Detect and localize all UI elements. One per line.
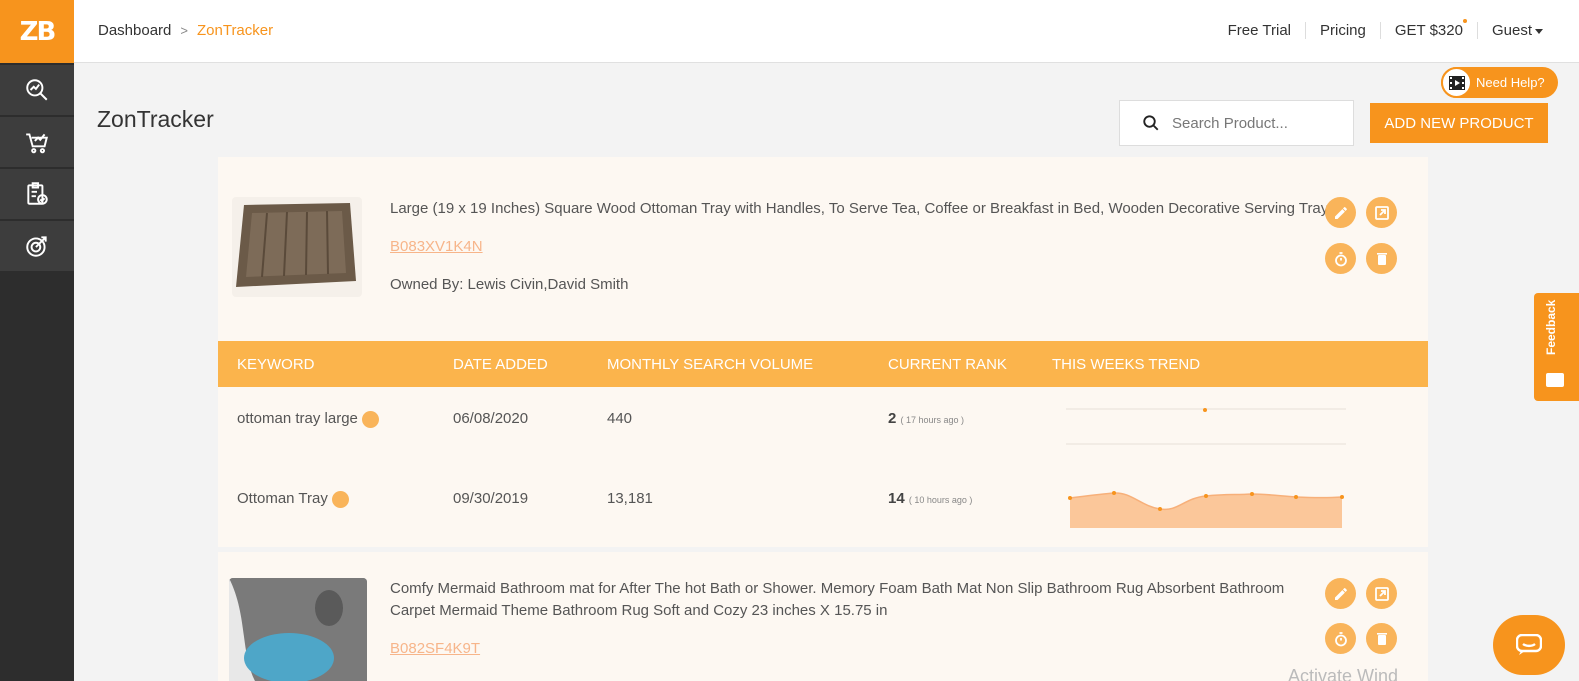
volume-cell: 440 xyxy=(607,410,633,427)
rank-number: 2 xyxy=(888,410,897,427)
get-credit-label: GET $320 xyxy=(1394,22,1463,39)
stopwatch-icon xyxy=(1334,631,1347,646)
search-icon xyxy=(1143,115,1159,131)
breadcrumb-dashboard[interactable]: Dashboard xyxy=(98,22,171,39)
rank-updated: ( 17 hours ago ) xyxy=(900,415,965,425)
caret-down-icon xyxy=(1535,28,1543,34)
stopwatch-icon xyxy=(1334,251,1347,266)
sidebar: ZB xyxy=(0,0,74,681)
breadcrumb: Dashboard > ZonTracker xyxy=(98,22,273,39)
open-external-button[interactable] xyxy=(1366,578,1397,609)
need-help-label: Need Help? xyxy=(1476,75,1545,90)
product-card: Comfy Mermaid Bathroom mat for After The… xyxy=(218,552,1428,681)
sidebar-item-checklist[interactable] xyxy=(0,169,74,219)
external-link-icon xyxy=(1374,586,1389,601)
volume-cell: 13,181 xyxy=(607,490,653,507)
add-new-product-button[interactable]: ADD NEW PRODUCT xyxy=(1370,103,1548,143)
product-image xyxy=(229,578,367,681)
user-menu[interactable]: Guest xyxy=(1478,22,1557,39)
table-row: Ottoman Tray 09/30/2019 13,181 14 ( 10 h… xyxy=(218,465,1428,543)
feedback-label: Feedback xyxy=(1544,299,1558,355)
pricing-link[interactable]: Pricing xyxy=(1306,22,1381,39)
column-header-trend: THIS WEEKS TREND xyxy=(1052,356,1201,373)
trash-icon xyxy=(1376,252,1387,265)
delete-button[interactable] xyxy=(1366,623,1397,654)
edit-button[interactable] xyxy=(1325,578,1356,609)
chat-bubble-icon xyxy=(1546,373,1564,387)
external-link-icon xyxy=(1374,205,1389,220)
search-input[interactable] xyxy=(1172,114,1342,132)
product-title: Comfy Mermaid Bathroom mat for After The… xyxy=(390,580,1285,619)
chat-icon xyxy=(1516,634,1542,655)
keyword-table-header: KEYWORD DATE ADDED MONTHLY SEARCH VOLUME… xyxy=(218,341,1428,387)
logo[interactable]: ZB xyxy=(0,0,74,63)
column-header-volume: MONTHLY SEARCH VOLUME xyxy=(607,356,814,373)
pencil-icon xyxy=(1334,587,1347,600)
chevron-right-icon: > xyxy=(180,23,188,38)
rank-updated: ( 10 hours ago ) xyxy=(908,495,973,505)
page-title: ZonTracker xyxy=(97,106,214,132)
free-trial-link[interactable]: Free Trial xyxy=(1214,22,1306,39)
watermark: Activate Wind xyxy=(1288,666,1399,681)
sidebar-item-analytics[interactable] xyxy=(0,65,74,115)
need-help-button[interactable]: Need Help? xyxy=(1441,67,1558,98)
date-cell: 09/30/2019 xyxy=(453,490,529,507)
product-card: Large (19 x 19 Inches) Square Wood Ottom… xyxy=(218,157,1428,547)
user-name: Guest xyxy=(1491,22,1532,39)
keyword-link-icon[interactable] xyxy=(361,410,379,428)
product-asin-link[interactable]: B082SF4K9T xyxy=(390,640,480,657)
pencil-icon xyxy=(1334,206,1347,219)
product-asin-link[interactable]: B083XV1K4N xyxy=(390,238,483,255)
rank-cell: 14 ( 10 hours ago ) xyxy=(888,490,972,507)
cart-trend-icon xyxy=(26,133,48,154)
sidebar-item-tracker[interactable] xyxy=(0,221,74,271)
column-header-date: DATE ADDED xyxy=(453,356,548,373)
clipboard-check-icon xyxy=(27,182,48,205)
logo-text: ZB xyxy=(19,16,57,47)
rank-cell: 2 ( 17 hours ago ) xyxy=(888,410,964,427)
timer-button[interactable] xyxy=(1325,243,1356,274)
open-external-button[interactable] xyxy=(1366,197,1397,228)
trend-sparkline xyxy=(1066,408,1346,445)
breadcrumb-current: ZonTracker xyxy=(196,22,274,39)
product-owner: Owned By: Lewis Civin,David Smith xyxy=(390,276,629,293)
target-chart-icon xyxy=(26,236,47,257)
rank-number: 14 xyxy=(888,490,905,507)
keyword-cell: Ottoman Tray xyxy=(237,490,349,508)
notification-dot xyxy=(1462,19,1467,23)
timer-button[interactable] xyxy=(1325,623,1356,654)
keyword-text: Ottoman Tray xyxy=(237,490,328,507)
feedback-tab[interactable]: Feedback xyxy=(1534,293,1579,401)
video-icon xyxy=(1441,67,1472,98)
column-header-keyword: KEYWORD xyxy=(237,356,315,373)
date-cell: 06/08/2020 xyxy=(453,410,529,427)
top-bar: Dashboard > ZonTracker Free Trial Pricin… xyxy=(74,0,1579,63)
keyword-cell: ottoman tray large xyxy=(237,410,379,428)
delete-button[interactable] xyxy=(1366,243,1397,274)
top-nav: Free Trial Pricing GET $320 Guest xyxy=(1214,19,1557,39)
product-title: Large (19 x 19 Inches) Square Wood Ottom… xyxy=(390,200,1329,217)
table-row: ottoman tray large 06/08/2020 440 2 ( 17… xyxy=(218,387,1428,465)
get-credit-link[interactable]: GET $320 xyxy=(1381,19,1478,39)
edit-button[interactable] xyxy=(1325,197,1356,228)
search-box[interactable] xyxy=(1119,100,1354,146)
trash-icon xyxy=(1376,632,1387,645)
analytics-search-icon xyxy=(26,79,48,101)
product-image xyxy=(232,197,362,297)
chat-button[interactable] xyxy=(1493,615,1565,675)
keyword-link-icon[interactable] xyxy=(331,490,349,508)
sidebar-item-cart[interactable] xyxy=(0,117,74,167)
column-header-rank: CURRENT RANK xyxy=(888,356,1007,373)
keyword-text: ottoman tray large xyxy=(237,410,358,427)
trend-area-chart xyxy=(1068,491,1344,528)
